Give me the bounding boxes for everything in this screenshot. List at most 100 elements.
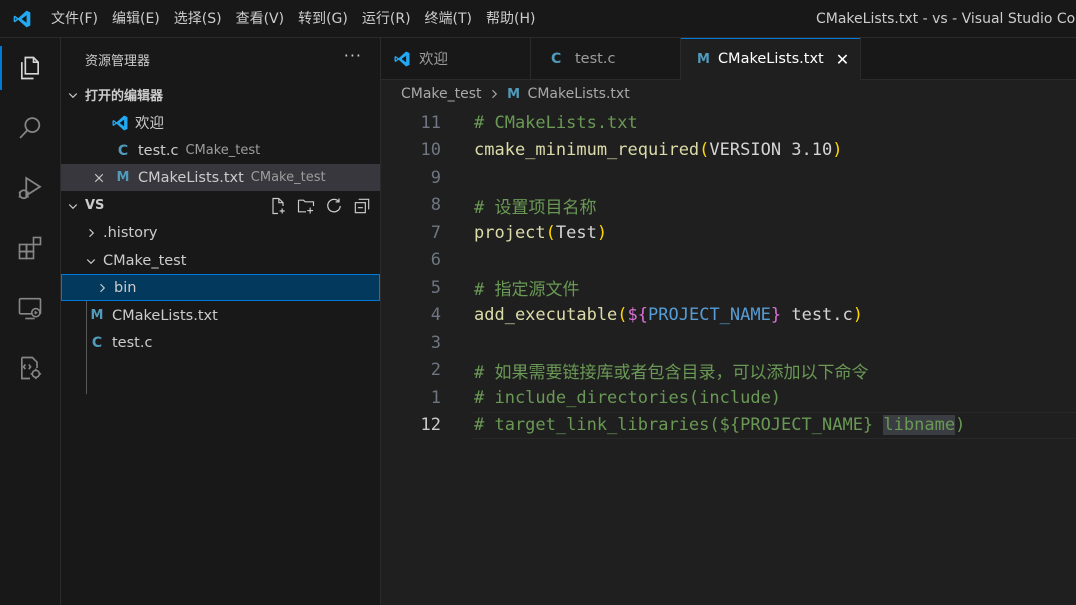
menu-help[interactable]: 帮助(H) <box>479 0 542 38</box>
window-title: CMakeLists.txt - vs - Visual Studio Code <box>816 11 1076 27</box>
code-line[interactable]: 4 add_executable(${PROJECT_NAME} test.c) <box>381 302 1076 330</box>
menu-view[interactable]: 查看(V) <box>229 0 292 38</box>
breadcrumb-folder[interactable]: CMake_test <box>401 86 482 102</box>
code-line[interactable]: 10 cmake_minimum_required(VERSION 3.10) <box>381 137 1076 165</box>
tree-item-label: CMake_test <box>103 252 187 269</box>
code-line[interactable]: 6 <box>381 247 1076 275</box>
line-number: 4 <box>430 305 441 326</box>
chevron-down-icon <box>65 87 81 103</box>
line-number: 10 <box>420 140 441 161</box>
code-line[interactable]: 8 # 设置项目名称 <box>381 192 1076 220</box>
line-number: 11 <box>420 112 441 133</box>
code-token: # CMakeLists.txt <box>474 112 638 133</box>
code-token: ) <box>832 140 843 161</box>
code-token: ) <box>955 415 966 436</box>
explorer-actions <box>268 192 372 219</box>
line-number: 1 <box>430 387 441 408</box>
code-token: PROJECT_NAME <box>648 305 771 326</box>
code-token: # 指定源文件 <box>474 280 580 301</box>
menu-go[interactable]: 转到(G) <box>291 0 355 38</box>
code-line[interactable]: 12 # target_link_libraries(${PROJECT_NAME… <box>381 411 1076 439</box>
tab-label: 欢迎 <box>419 52 448 68</box>
code-token: ) <box>852 305 864 326</box>
line-code: # CMakeLists.txt <box>474 113 638 133</box>
explorer-icon[interactable] <box>0 38 60 98</box>
tab-test-c[interactable]: C test.c <box>531 38 681 79</box>
line-code: # 设置项目名称 <box>474 193 596 218</box>
line-number: 9 <box>430 167 441 188</box>
extensions-icon[interactable] <box>0 218 60 278</box>
close-icon[interactable] <box>93 172 107 184</box>
open-editor-desc: CMake_test <box>185 143 261 158</box>
tree-item-cmakelists[interactable]: M CMakeLists.txt <box>61 302 380 329</box>
line-number: 6 <box>430 250 441 271</box>
close-icon[interactable]: ✕ <box>836 50 849 69</box>
tree-item-label: test.c <box>112 334 153 351</box>
open-editors-label: 打开的编辑器 <box>85 89 164 104</box>
cmake-file-icon: M <box>507 86 521 102</box>
vscode-logo-icon <box>0 0 44 38</box>
sidebar-header: 资源管理器 ··· <box>61 38 380 80</box>
workspace-label: VS <box>85 198 105 213</box>
cmake-file-icon: M <box>90 308 104 323</box>
line-number: 2 <box>430 360 441 381</box>
open-editor-desc: CMake_test <box>250 170 326 185</box>
c-file-icon: C <box>91 334 103 351</box>
cmake-file-icon: M <box>697 51 710 67</box>
search-icon[interactable] <box>0 98 60 158</box>
code-token: # target_link_libraries(${PROJECT_NAME} <box>474 415 884 436</box>
code-line[interactable]: 9 <box>381 164 1076 192</box>
code-line[interactable]: 11 # CMakeLists.txt <box>381 109 1076 137</box>
menu-terminal[interactable]: 终端(T) <box>418 0 479 38</box>
code-token: ) <box>596 222 608 243</box>
open-editor-label: CMakeLists.txt <box>138 169 244 186</box>
tree-item-label: .history <box>103 224 158 241</box>
code-line[interactable]: 5 # 指定源文件 <box>381 274 1076 302</box>
breadcrumb: CMake_test M CMakeLists.txt <box>381 80 1076 108</box>
new-folder-icon[interactable] <box>296 196 316 216</box>
menu-file[interactable]: 文件(F) <box>44 0 105 38</box>
code-token: ( <box>699 140 710 161</box>
tree-item-history[interactable]: .history <box>61 219 380 246</box>
code-editor[interactable]: 11 # CMakeLists.txt 10 cmake_minimum_requir… <box>381 108 1076 605</box>
new-file-icon[interactable] <box>268 196 288 216</box>
code-token: ${ <box>627 305 649 326</box>
menu-edit[interactable]: 编辑(E) <box>105 0 167 38</box>
line-code: # 指定源文件 <box>474 275 579 300</box>
open-editors-section[interactable]: 打开的编辑器 <box>61 81 380 108</box>
sidebar-title: 资源管理器 <box>85 53 151 69</box>
more-actions-button[interactable]: ··· <box>344 46 362 65</box>
breadcrumb-file[interactable]: CMakeLists.txt <box>528 86 630 102</box>
code-token: project <box>474 222 546 243</box>
open-editor-item-test-c[interactable]: C test.c CMake_test <box>61 137 380 164</box>
tree-item-cmake-test[interactable]: CMake_test <box>61 247 380 274</box>
cmake-icon[interactable] <box>0 338 60 398</box>
tab-welcome[interactable]: 欢迎 <box>381 38 531 79</box>
menu-selection[interactable]: 选择(S) <box>167 0 229 38</box>
tree-item-label: CMakeLists.txt <box>112 307 218 324</box>
vscode-logo-icon <box>393 50 411 68</box>
code-token: add_executable <box>474 305 618 326</box>
remote-explorer-icon[interactable] <box>0 278 60 338</box>
refresh-icon[interactable] <box>324 196 344 216</box>
code-line[interactable]: 2 # 如果需要链接库或者包含目录，可以添加以下命令 <box>381 357 1076 385</box>
line-number: 5 <box>430 277 441 298</box>
tree-item-bin[interactable]: bin <box>61 274 380 301</box>
code-line[interactable]: 7 project(Test) <box>381 219 1076 247</box>
line-number: 7 <box>430 222 441 243</box>
code-token: # include_directories(include) <box>474 387 782 408</box>
code-line[interactable]: 1 # include_directories(include) <box>381 384 1076 412</box>
chevron-down-icon <box>65 198 81 214</box>
chevron-right-icon <box>488 88 500 100</box>
code-line[interactable]: 3 <box>381 329 1076 357</box>
code-token: ( <box>545 222 556 243</box>
menu-run[interactable]: 运行(R) <box>355 0 418 38</box>
open-editor-item-cmakelists[interactable]: M CMakeLists.txt CMake_test <box>61 164 380 191</box>
workspace-section[interactable]: VS <box>61 192 380 219</box>
tab-label: test.c <box>575 50 616 67</box>
open-editor-item-welcome[interactable]: 欢迎 <box>61 109 380 136</box>
collapse-all-icon[interactable] <box>352 196 372 216</box>
tab-cmakelists[interactable]: M CMakeLists.txt ✕ <box>681 38 861 80</box>
tree-item-test-c[interactable]: C test.c <box>61 329 380 356</box>
run-debug-icon[interactable] <box>0 158 60 218</box>
